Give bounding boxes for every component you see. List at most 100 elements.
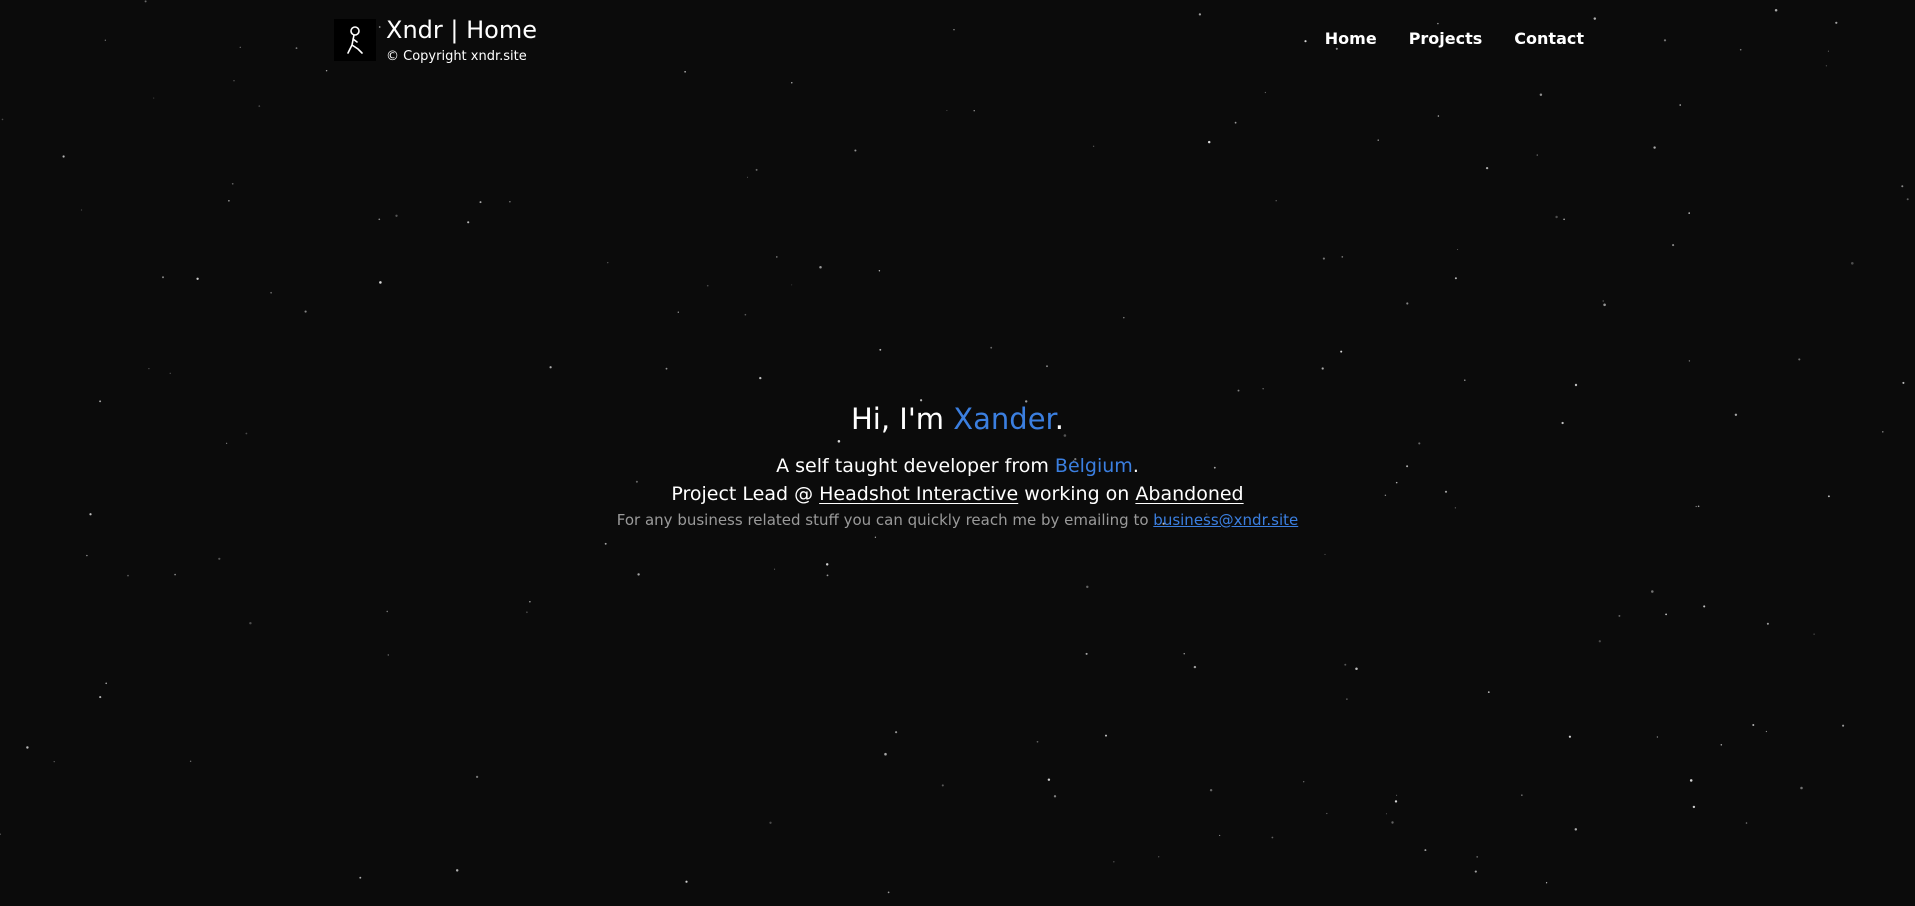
- star: [1454, 277, 1457, 280]
- role-middle: working on: [1018, 483, 1136, 505]
- star: [1598, 640, 1601, 643]
- star: [759, 376, 761, 378]
- project-link[interactable]: Abandoned: [1135, 483, 1243, 505]
- star: [744, 313, 747, 316]
- star: [1688, 212, 1690, 214]
- star: [26, 746, 29, 749]
- star: [1603, 303, 1606, 307]
- star: [769, 821, 772, 824]
- page: Xndr | Home © Copyright xndr.site Home P…: [0, 0, 1915, 906]
- star: [99, 696, 102, 699]
- star: [378, 218, 381, 221]
- star: [1800, 786, 1803, 790]
- star: [1813, 633, 1815, 635]
- star: [526, 611, 528, 614]
- star: [1391, 821, 1394, 824]
- star: [1485, 166, 1489, 170]
- email-link[interactable]: business@xndr.site: [1153, 511, 1298, 529]
- star: [774, 568, 776, 570]
- star: [1835, 21, 1838, 24]
- star: [1047, 778, 1051, 781]
- star: [879, 348, 882, 351]
- star: [1092, 145, 1095, 147]
- star: [1851, 262, 1854, 265]
- hero-section: Hi, I'm Xander. A self taught developer …: [0, 396, 1915, 531]
- star: [1341, 256, 1344, 258]
- star: [127, 574, 129, 577]
- star: [218, 557, 221, 560]
- star: [1679, 104, 1681, 106]
- role-prefix: Project Lead @: [671, 483, 820, 505]
- star: [1672, 244, 1675, 247]
- star: [1457, 248, 1459, 251]
- company-link[interactable]: Headshot Interactive: [819, 483, 1018, 505]
- star: [1618, 614, 1621, 617]
- star: [387, 654, 390, 656]
- star: [874, 536, 877, 538]
- star: [1113, 860, 1115, 863]
- star: [1324, 553, 1326, 555]
- star: [1653, 146, 1656, 149]
- star: [359, 876, 362, 879]
- greeting-prefix: Hi, I'm: [850, 402, 954, 436]
- star: [1487, 691, 1490, 693]
- role-line: Project Lead @ Headshot Interactive work…: [0, 480, 1915, 508]
- star: [685, 880, 688, 883]
- star: [53, 761, 55, 763]
- star: [1193, 665, 1197, 669]
- greeting-suffix: .: [1054, 402, 1065, 436]
- star: [1842, 724, 1845, 727]
- star: [941, 784, 944, 787]
- intro-suffix: .: [1132, 455, 1139, 477]
- star: [1593, 17, 1597, 20]
- star: [826, 574, 829, 577]
- star: [1346, 698, 1348, 700]
- star: [1563, 218, 1565, 221]
- star: [1574, 383, 1578, 387]
- star: [189, 760, 192, 763]
- star: [604, 542, 607, 545]
- star: [239, 46, 241, 48]
- star: [62, 155, 65, 158]
- star: [819, 265, 822, 269]
- star: [746, 176, 749, 178]
- hero-heading: Hi, I'm Xander.: [0, 396, 1915, 442]
- star: [825, 563, 829, 566]
- star: [1703, 605, 1706, 608]
- star: [1739, 48, 1742, 51]
- star: [249, 621, 252, 625]
- star: [1766, 622, 1769, 625]
- star: [854, 149, 857, 152]
- intro-line: A self taught developer from Belgium.: [0, 452, 1915, 480]
- star: [878, 270, 881, 272]
- star: [1536, 154, 1538, 156]
- star: [1464, 379, 1466, 381]
- contact-line: For any business related stuff you can q…: [0, 509, 1915, 531]
- star: [1555, 215, 1558, 219]
- star: [148, 367, 150, 370]
- star: [104, 39, 106, 41]
- star: [1689, 779, 1693, 782]
- star: [1219, 834, 1221, 836]
- star: [895, 731, 898, 734]
- star: [1663, 39, 1667, 42]
- star: [1085, 652, 1088, 655]
- site-logo[interactable]: [334, 19, 376, 61]
- star: [1827, 50, 1829, 52]
- star: [1656, 736, 1659, 738]
- star: [1207, 140, 1211, 144]
- star: [1271, 836, 1274, 839]
- star: [637, 573, 640, 576]
- nav-home-link[interactable]: Home: [1325, 28, 1377, 50]
- star: [1752, 723, 1755, 727]
- nav-contact-link[interactable]: Contact: [1514, 28, 1584, 50]
- star: [791, 82, 793, 84]
- star: [379, 281, 382, 284]
- star: [509, 201, 511, 203]
- star: [607, 262, 609, 264]
- nav-projects-link[interactable]: Projects: [1409, 28, 1483, 50]
- star: [1344, 663, 1347, 666]
- star: [1902, 381, 1905, 384]
- star: [1437, 115, 1440, 117]
- star: [479, 201, 482, 204]
